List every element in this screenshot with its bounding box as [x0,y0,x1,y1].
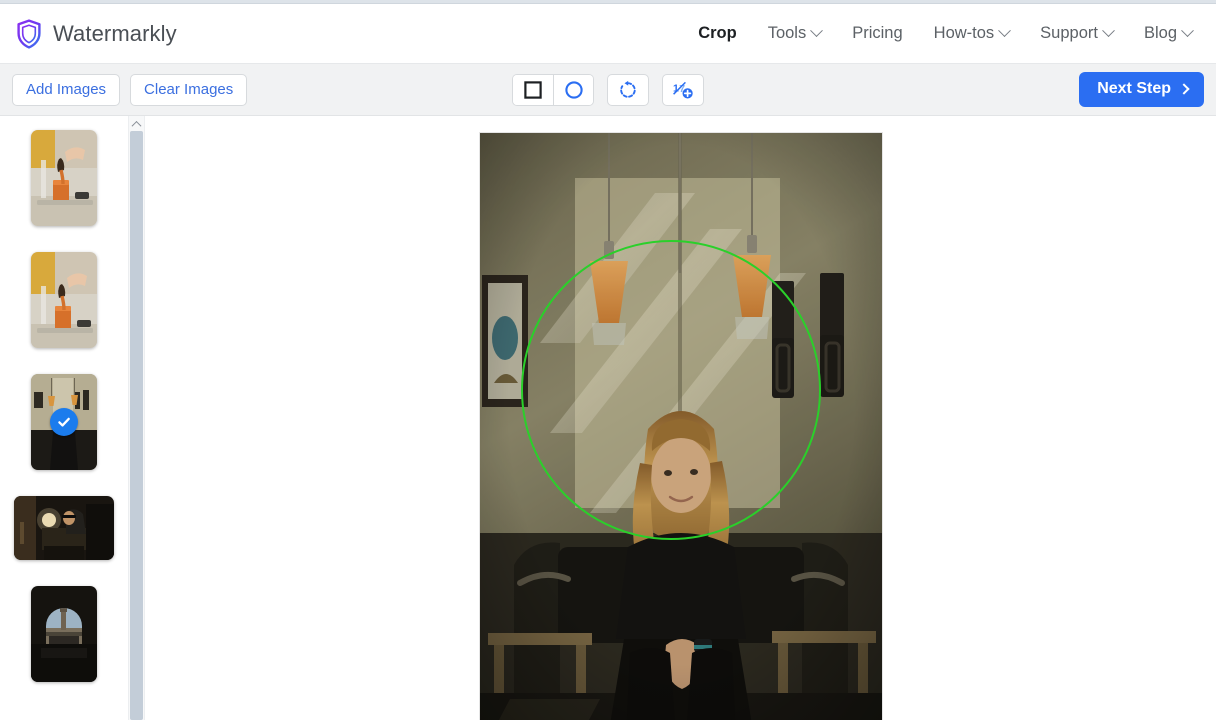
toolbar-right-group: Next Step [1079,72,1204,107]
crop-shape-toggle-group [512,73,594,106]
thumbnail-image [31,130,97,226]
main-photo-container[interactable] [479,133,882,720]
next-step-button[interactable]: Next Step [1079,72,1204,107]
square-icon [524,80,542,99]
scrollbar-track[interactable] [130,131,143,720]
scroll-up-button[interactable] [129,118,144,131]
rotate-reset-button[interactable] [607,73,649,106]
editor-workspace [0,116,1216,720]
resize-add-icon: 1 7 [673,81,693,98]
chevron-up-icon [131,120,142,131]
thumbnail-image [14,496,114,560]
chevron-down-icon [810,24,824,38]
thumbnail-selected-badge [50,408,78,436]
thumbnail-coffee-pour-1[interactable] [31,130,97,226]
image-canvas [145,116,1216,720]
rectangle-crop-button[interactable] [513,74,553,105]
thumbnail-image [31,252,97,348]
nav-label: How-tos [933,24,995,42]
toolbar-left-group: Add Images Clear Images [12,73,248,106]
chevron-down-icon [1102,24,1115,38]
nav-label: Pricing [852,24,903,42]
shield-icon [17,18,41,49]
thumbnail-image [31,586,97,682]
nav-item-support[interactable]: Support [1040,24,1115,43]
rotate-counterclockwise-icon [620,80,636,98]
check-icon [58,417,70,427]
circle-icon [564,80,583,99]
thumbnail-coffee-pour-2[interactable] [31,252,97,348]
editor-toolbar: Add Images Clear Images 1 7 Next Step [0,64,1216,116]
thumbnail-arch-bridge[interactable] [31,586,97,682]
chevron-right-icon [1178,83,1190,95]
clear-images-button[interactable]: Clear Images [130,73,248,106]
nav-item-crop[interactable]: Crop [698,24,737,43]
thumbnail-sidebar[interactable] [0,116,128,720]
next-step-label: Next Step [1097,80,1171,97]
brand-logo[interactable]: Watermarkly [16,18,177,49]
nav-label: Tools [767,24,807,42]
sidebar-scrollbar[interactable] [128,116,145,720]
nav-item-how-tos[interactable]: How-tos [933,24,1012,43]
chevron-down-icon [998,24,1012,38]
nav-item-tools[interactable]: Tools [767,24,824,43]
resize-presets-button[interactable]: 1 7 [662,73,704,106]
nav-label: Blog [1143,24,1177,42]
circle-crop-overlay[interactable] [520,240,821,540]
circle-crop-button[interactable] [553,74,593,105]
toolbar-center-group: 1 7 [512,73,704,106]
brand-name: Watermarkly [53,20,177,46]
site-header: Watermarkly Crop Tools Pricing How-tos S… [0,4,1216,64]
scrollbar-thumb[interactable] [130,131,143,720]
nav-item-pricing[interactable]: Pricing [852,24,902,43]
main-nav: Crop Tools Pricing How-tos Support Blog [698,24,1194,43]
thumbnail-woman-chair[interactable] [31,374,97,470]
chevron-down-icon [1181,24,1194,38]
thumbnail-workshop[interactable] [14,496,114,560]
nav-label: Support [1040,24,1098,42]
nav-item-blog[interactable]: Blog [1143,24,1194,43]
nav-label: Crop [698,24,737,42]
add-images-button[interactable]: Add Images [12,73,121,106]
